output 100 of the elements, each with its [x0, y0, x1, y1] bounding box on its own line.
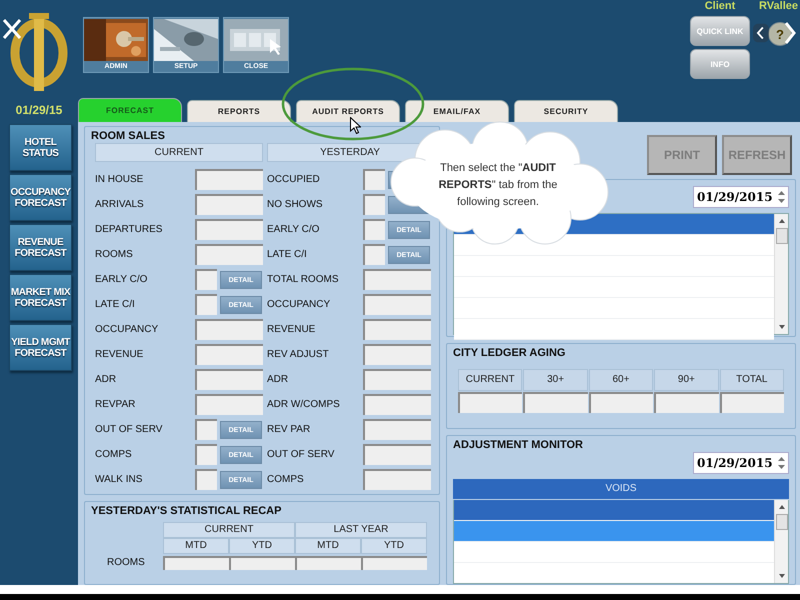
field-label: REV PAR	[267, 424, 312, 435]
column-header: CURRENT	[163, 522, 295, 538]
spin-icon[interactable]	[777, 189, 786, 205]
field-label: OCCUPANCY	[95, 324, 160, 335]
user-name: RVallee	[759, 0, 798, 13]
tab[interactable]: AUDIT REPORTS	[296, 100, 400, 122]
row-label: ROOMS	[106, 556, 146, 570]
cursor-icon	[350, 117, 361, 134]
input-field[interactable]	[458, 392, 522, 413]
field-label: NO SHOWS	[267, 199, 324, 210]
input-field[interactable]	[195, 194, 263, 215]
input-field[interactable]	[195, 219, 263, 240]
tab[interactable]: REPORTS	[187, 100, 291, 122]
input-field[interactable]	[195, 344, 263, 365]
table-header: VOIDS	[453, 479, 789, 499]
input-field[interactable]	[195, 369, 263, 390]
group-title: CITY LEDGER AGING	[453, 346, 566, 360]
input-field[interactable]	[363, 244, 385, 265]
input-field[interactable]	[363, 344, 431, 365]
field-label: IN HOUSE	[95, 174, 144, 185]
field-label: ADR	[95, 374, 118, 385]
field-label: REVPAR	[95, 399, 136, 410]
sidebar-button[interactable]: REVENUE FORECAST	[9, 224, 72, 271]
date-field[interactable]: 01/29/2015	[693, 452, 789, 474]
input-field[interactable]	[523, 392, 588, 413]
field-label: ROOMS	[95, 249, 134, 260]
list-row[interactable]	[454, 500, 774, 521]
sidebar-button[interactable]: MARKET MIX FORECAST	[9, 274, 72, 321]
input-field[interactable]	[195, 169, 263, 190]
field-label: OCCUPANCY	[267, 299, 332, 310]
group-title: ADJUSTMENT MONITOR	[453, 438, 584, 452]
scrollbar[interactable]	[774, 214, 788, 334]
field-label: DEPARTURES	[95, 224, 164, 235]
field-label: ADR W/COMPS	[267, 399, 341, 410]
input-field[interactable]	[363, 294, 431, 315]
sidebar-button[interactable]: YIELD MGMT FORECAST	[9, 324, 72, 371]
input-field[interactable]	[195, 419, 217, 440]
field-label: ARRIVALS	[95, 199, 145, 210]
field-label: OUT OF SERV	[267, 449, 336, 460]
input-field[interactable]	[363, 369, 431, 390]
input-field[interactable]	[195, 469, 217, 490]
field-label: REVENUE	[267, 324, 316, 335]
input-field[interactable]	[363, 169, 385, 190]
callout-text: Then select the "AUDIT REPORTS" tab from the following screen.	[438, 161, 558, 210]
column-header: 60+	[588, 369, 654, 391]
input-field[interactable]	[363, 419, 431, 440]
column-header: MTD	[295, 538, 361, 554]
column-header: CURRENT	[95, 143, 263, 162]
input-field[interactable]	[229, 556, 295, 570]
input-field[interactable]	[195, 294, 217, 315]
field-label: TOTAL ROOMS	[267, 274, 340, 285]
tab[interactable]: EMAIL/FAX	[405, 100, 509, 122]
close-icon[interactable]	[2, 18, 22, 40]
field-label: EARLY C/O	[267, 224, 320, 235]
input-field[interactable]	[195, 244, 263, 265]
column-header: YTD	[229, 538, 295, 554]
input-field[interactable]	[588, 392, 654, 413]
field-label: REVENUE	[95, 349, 144, 360]
input-field[interactable]	[363, 219, 385, 240]
column-header: 90+	[654, 369, 719, 391]
scrollbar[interactable]	[774, 500, 788, 583]
input-field[interactable]	[195, 319, 263, 340]
spin-icon[interactable]	[777, 455, 786, 471]
sidebar-button[interactable]: OCCUPANCY FORECAST	[9, 174, 72, 221]
input-field[interactable]	[163, 556, 229, 570]
input-field[interactable]	[361, 556, 427, 570]
sidebar-button[interactable]: HOTEL STATUS	[9, 124, 72, 171]
column-header: MTD	[163, 538, 229, 554]
chevron-right-icon[interactable]	[783, 20, 797, 46]
tab[interactable]: SECURITY	[514, 100, 618, 122]
help-button[interactable]: ?	[768, 22, 792, 46]
tab[interactable]: FORECAST	[78, 98, 182, 122]
date-label: 01/29/15	[14, 102, 64, 116]
column-header: YTD	[361, 538, 427, 554]
input-field[interactable]	[363, 469, 431, 490]
field-label: REV ADJUST	[267, 349, 330, 360]
column-header: LAST YEAR	[295, 522, 427, 538]
input-field[interactable]	[195, 444, 217, 465]
input-field[interactable]	[295, 556, 361, 570]
input-field[interactable]	[363, 444, 431, 465]
field-label: OCCUPIED	[267, 174, 321, 185]
list-row[interactable]	[454, 521, 774, 542]
client-label: Client	[704, 0, 736, 13]
input-field[interactable]	[195, 269, 217, 290]
input-field[interactable]	[363, 194, 385, 215]
input-field[interactable]	[195, 394, 263, 415]
group-title: ROOM SALES	[91, 129, 166, 143]
input-field[interactable]	[654, 392, 719, 413]
input-field[interactable]	[363, 394, 431, 415]
field-label: WALK INS	[95, 474, 144, 485]
group-title: YESTERDAY'S STATISTICAL RECAP	[91, 504, 282, 518]
input-field[interactable]	[720, 392, 784, 413]
column-header: TOTAL	[720, 369, 784, 391]
field-label: ADR	[267, 374, 290, 385]
input-field[interactable]	[363, 269, 431, 290]
field-label: LATE C/I	[95, 299, 136, 310]
date-field[interactable]: 01/29/2015	[693, 186, 789, 208]
field-label: EARLY C/O	[95, 274, 148, 285]
input-field[interactable]	[363, 319, 431, 340]
field-label: COMPS	[267, 474, 305, 485]
